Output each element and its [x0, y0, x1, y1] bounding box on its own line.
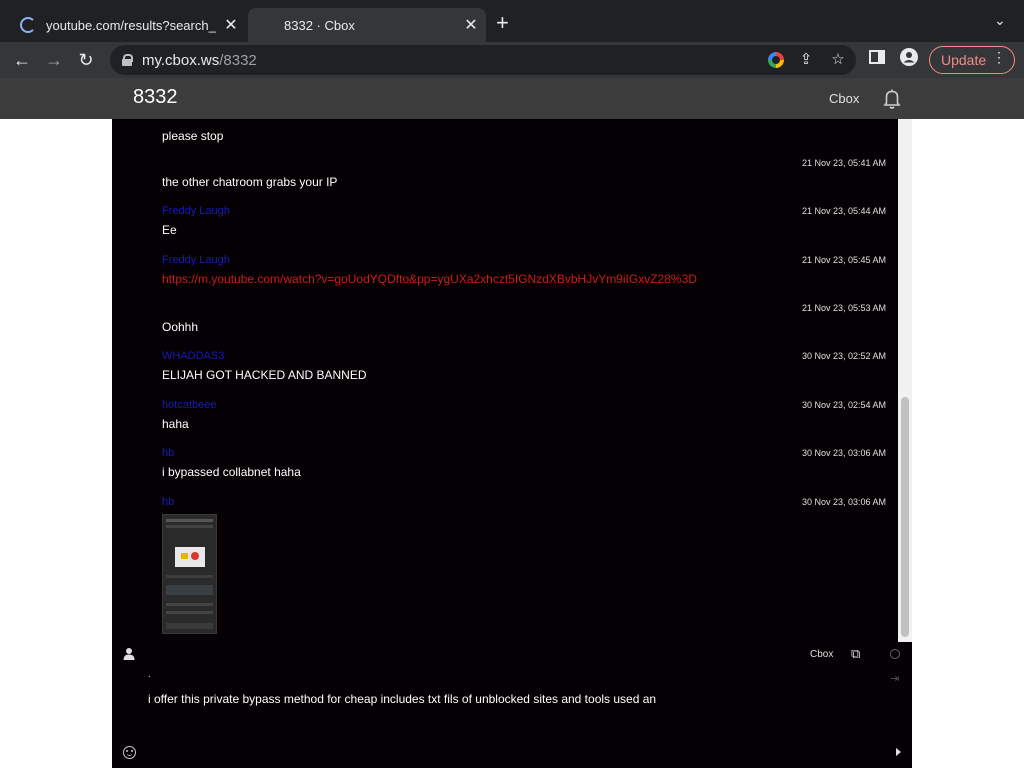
- browser-toolbar: ← → ↻ my.cbox.ws/8332 ⇪ ☆ Update ⋮: [0, 42, 1024, 78]
- message-timestamp: 30 Nov 23, 02:52 AM: [801, 351, 886, 361]
- scrollbar-thumb[interactable]: [901, 397, 909, 637]
- name-field[interactable]: .: [148, 669, 151, 680]
- message-text: Ee: [162, 223, 177, 237]
- google-lens-icon[interactable]: [768, 52, 784, 68]
- message-text: please stop: [162, 129, 224, 143]
- tab-close-icon[interactable]: ✕: [216, 15, 246, 35]
- message-username[interactable]: WHADDAS3: [162, 350, 886, 364]
- loading-spinner-icon: [20, 17, 36, 33]
- chat-message-list[interactable]: please stop 21 Nov 23, 05:41 AM the othe…: [112, 119, 898, 642]
- chat-message: hb 30 Nov 23, 03:06 AM: [162, 496, 886, 634]
- tab-close-icon[interactable]: ✕: [456, 15, 486, 35]
- message-timestamp: 30 Nov 23, 02:54 AM: [801, 400, 886, 410]
- message-timestamp: 21 Nov 23, 05:41 AM: [801, 158, 886, 168]
- chat-message: Freddy Laugh 21 Nov 23, 05:44 AM Ee: [162, 205, 886, 237]
- message-timestamp: 21 Nov 23, 05:44 AM: [801, 206, 886, 216]
- brand-link[interactable]: Cbox: [829, 91, 859, 106]
- message-text: the other chatroom grabs your IP: [162, 175, 338, 189]
- chat-message: 21 Nov 23, 05:53 AM Oohhh: [162, 302, 886, 334]
- url-path: /8332: [219, 51, 257, 69]
- screenshot-thumbnail-image[interactable]: [162, 514, 217, 634]
- tab-title: youtube.com/results?search_q: [46, 17, 216, 33]
- update-button[interactable]: Update ⋮: [929, 46, 1015, 74]
- new-tab-button[interactable]: +: [496, 10, 509, 36]
- message-text: haha: [162, 417, 189, 431]
- chat-message: Freddy Laugh 21 Nov 23, 05:45 AM https:/…: [162, 254, 886, 286]
- login-icon[interactable]: ⇥: [890, 672, 899, 685]
- message-username[interactable]: [162, 302, 886, 316]
- user-icon[interactable]: [123, 647, 135, 661]
- chat-message: WHADDAS3 30 Nov 23, 02:52 AM ELIJAH GOT …: [162, 350, 886, 382]
- message-text: ELIJAH GOT HACKED AND BANNED: [162, 368, 367, 382]
- browser-tab-strip: youtube.com/results?search_q ✕ 8332 · Cb…: [0, 0, 1024, 42]
- cbox-brand-link[interactable]: Cbox: [810, 649, 833, 660]
- message-timestamp: 21 Nov 23, 05:53 AM: [801, 303, 886, 313]
- bookmark-star-icon[interactable]: ☆: [828, 49, 848, 71]
- message-timestamp: 21 Nov 23, 05:45 AM: [801, 255, 886, 265]
- site-header: 8332 Cbox: [0, 78, 1024, 119]
- message-input[interactable]: i offer this private bypass method for c…: [148, 692, 848, 706]
- notification-bell-icon[interactable]: [880, 87, 904, 111]
- share-icon[interactable]: ⇪: [796, 49, 816, 71]
- chat-scrollbar[interactable]: [898, 119, 912, 642]
- tab-youtube[interactable]: youtube.com/results?search_q ✕: [8, 8, 246, 42]
- message-text: i bypassed collabnet haha: [162, 465, 301, 479]
- chat-message: 21 Nov 23, 05:41 AM the other chatroom g…: [162, 157, 886, 189]
- message-username[interactable]: Freddy Laugh: [162, 205, 886, 219]
- reload-icon[interactable]: ↻: [74, 48, 98, 72]
- address-bar[interactable]: my.cbox.ws/8332 ⇪ ☆: [110, 45, 856, 75]
- url-host: my.cbox.ws: [142, 51, 220, 69]
- message-text: Oohhh: [162, 320, 199, 334]
- tab-cbox[interactable]: 8332 · Cbox ✕: [248, 8, 486, 42]
- tab-search-chevron-icon[interactable]: ⌄: [994, 12, 1006, 29]
- tab-title: 8332 · Cbox: [284, 17, 355, 33]
- chat-message: hb 30 Nov 23, 03:06 AM i bypassed collab…: [162, 447, 886, 479]
- chat-message: please stop: [162, 119, 886, 143]
- message-link[interactable]: https://m.youtube.com/watch?v=goUodYQDft…: [162, 272, 886, 286]
- menu-kebab-icon[interactable]: ⋮: [992, 49, 1006, 66]
- back-arrow-icon[interactable]: ←: [10, 48, 34, 72]
- message-composer: Cbox ⧉ ⇥ . i offer this private bypass m…: [112, 642, 912, 768]
- message-username[interactable]: hb: [162, 447, 886, 461]
- message-username[interactable]: [162, 119, 886, 125]
- update-label: Update: [941, 52, 987, 68]
- forward-arrow-icon[interactable]: →: [42, 48, 66, 72]
- message-username[interactable]: Freddy Laugh: [162, 254, 886, 268]
- side-panel-icon[interactable]: [865, 48, 889, 72]
- popout-external-icon[interactable]: ⧉: [851, 646, 860, 662]
- message-timestamp: 30 Nov 23, 03:06 AM: [801, 448, 886, 458]
- chat-message: hotcatbeee 30 Nov 23, 02:54 AM haha: [162, 399, 886, 431]
- message-username[interactable]: hotcatbeee: [162, 399, 886, 413]
- message-username[interactable]: hb: [162, 496, 886, 510]
- send-arrow-icon[interactable]: [896, 748, 901, 756]
- lock-icon[interactable]: [122, 54, 133, 66]
- message-username[interactable]: [162, 157, 886, 171]
- status-circle-icon[interactable]: [890, 649, 900, 659]
- room-title: 8332: [133, 86, 178, 108]
- emoji-icon[interactable]: [123, 746, 136, 759]
- profile-avatar-icon[interactable]: [897, 48, 921, 72]
- message-timestamp: 30 Nov 23, 03:06 AM: [801, 497, 886, 507]
